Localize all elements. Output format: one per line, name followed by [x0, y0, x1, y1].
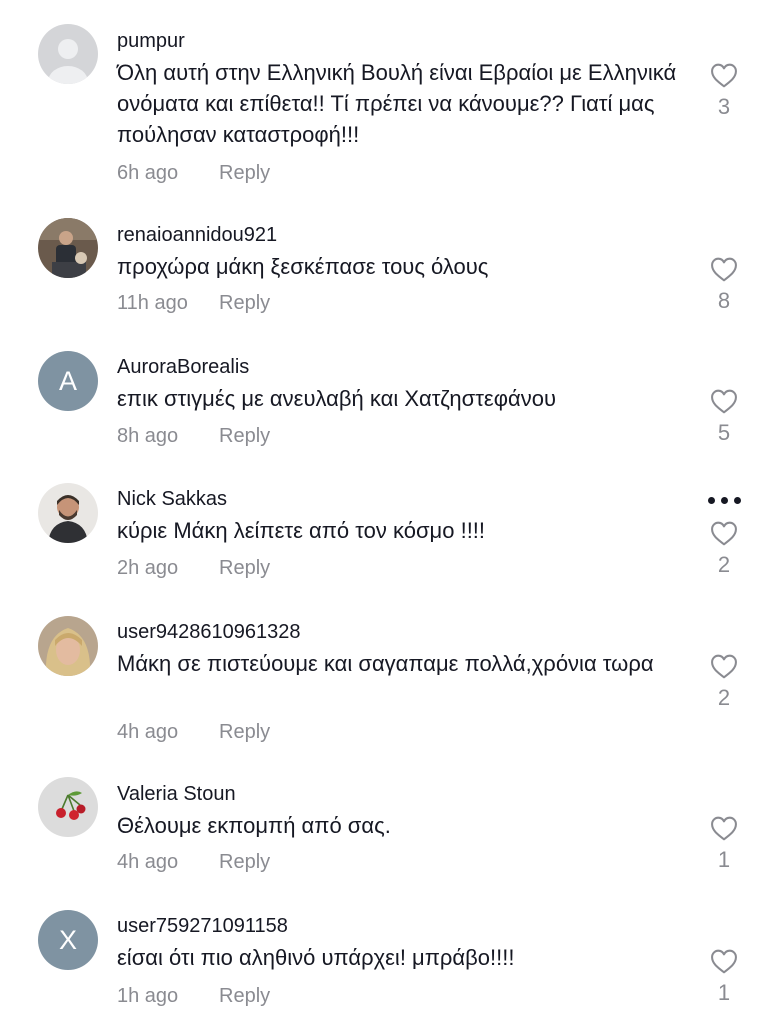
avatar[interactable] — [38, 616, 98, 676]
dot — [734, 497, 741, 504]
heart-outline-icon — [711, 257, 737, 282]
comment-text: κύριε Μάκη λείπετε από τον κόσμο !!!! — [117, 518, 486, 543]
like-button[interactable]: 2 — [702, 654, 746, 711]
heart-outline-icon — [711, 389, 737, 414]
more-options-icon[interactable] — [706, 495, 742, 507]
reply-button[interactable]: Reply — [219, 162, 270, 184]
like-count: 1 — [717, 980, 731, 1005]
heart-outline-icon — [711, 521, 737, 546]
timestamp: 2h ago — [117, 557, 179, 579]
timestamp: 4h ago — [117, 721, 179, 743]
avatar[interactable] — [38, 24, 98, 84]
timestamp: 6h ago — [117, 162, 179, 184]
avatar[interactable]: X — [38, 910, 98, 970]
heart-outline-icon — [711, 949, 737, 974]
dot — [708, 497, 715, 504]
comment-meta: 2h ago Reply — [117, 557, 270, 580]
heart-outline-icon — [711, 816, 737, 841]
heart-outline-icon — [711, 654, 737, 679]
like-count: 2 — [717, 685, 731, 710]
comment-text: προχώρα μάκη ξεσκέπασε τους όλους — [117, 254, 489, 279]
username[interactable]: AuroraBorealis — [117, 356, 249, 379]
comment-meta: 11h ago Reply — [117, 292, 270, 315]
default-avatar-icon — [38, 24, 98, 84]
reply-button[interactable]: Reply — [219, 292, 270, 314]
comment-meta: 6h ago Reply — [117, 162, 270, 185]
comment-text: Θέλουμε εκπομπή από σας. — [117, 813, 391, 838]
like-button[interactable]: 3 — [702, 63, 746, 120]
like-button[interactable]: 1 — [702, 949, 746, 1006]
like-count: 1 — [717, 847, 731, 872]
like-button[interactable]: 1 — [702, 816, 746, 873]
timestamp: 8h ago — [117, 425, 179, 447]
timestamp: 4h ago — [117, 851, 179, 873]
timestamp: 11h ago — [117, 292, 188, 314]
username[interactable]: user9428610961328 — [117, 621, 301, 644]
user-photo-icon — [38, 218, 98, 278]
comment-meta: 1h ago Reply — [117, 985, 270, 1008]
like-button[interactable]: 5 — [702, 389, 746, 446]
like-button[interactable]: 2 — [702, 521, 746, 578]
username[interactable]: user759271091158 — [117, 915, 288, 938]
reply-button[interactable]: Reply — [219, 557, 270, 579]
comment-meta: 4h ago Reply — [117, 851, 270, 874]
reply-button[interactable]: Reply — [219, 851, 270, 873]
avatar[interactable] — [38, 218, 98, 278]
comment-text: είσαι ότι πιο αληθινό υπάρχει! μπράβο!!!… — [117, 945, 515, 970]
avatar[interactable]: A — [38, 351, 98, 411]
username[interactable]: Valeria Stoun — [117, 783, 236, 806]
comment-meta: 8h ago Reply — [117, 425, 270, 448]
like-count: 5 — [717, 420, 731, 445]
reply-button[interactable]: Reply — [219, 425, 270, 447]
dot — [721, 497, 728, 504]
avatar[interactable] — [38, 483, 98, 543]
cherry-icon — [38, 777, 98, 837]
reply-button[interactable]: Reply — [219, 985, 270, 1007]
like-count: 3 — [717, 94, 731, 119]
like-count: 8 — [717, 288, 731, 313]
user-photo-icon — [38, 483, 98, 543]
comment-meta: 4h ago Reply — [117, 721, 270, 744]
comment-text: Μάκη σε πιστεύουμε και σαγαπαμε πολλά,χρ… — [117, 651, 654, 676]
username[interactable]: Nick Sakkas — [117, 488, 227, 511]
like-count: 2 — [717, 552, 731, 577]
reply-button[interactable]: Reply — [219, 721, 270, 743]
like-button[interactable]: 8 — [702, 257, 746, 314]
comment-text: Όλη αυτή στην Ελληνική Βουλή είναι Εβραί… — [117, 60, 677, 147]
avatar[interactable] — [38, 777, 98, 837]
comment-text: επικ στιγμές με ανευλαβή και Χατζηστεφάν… — [117, 386, 556, 411]
username[interactable]: renaioannidou921 — [117, 224, 277, 247]
user-photo-icon — [38, 616, 98, 676]
username[interactable]: pumpur — [117, 30, 185, 53]
heart-outline-icon — [711, 63, 737, 88]
timestamp: 1h ago — [117, 985, 179, 1007]
